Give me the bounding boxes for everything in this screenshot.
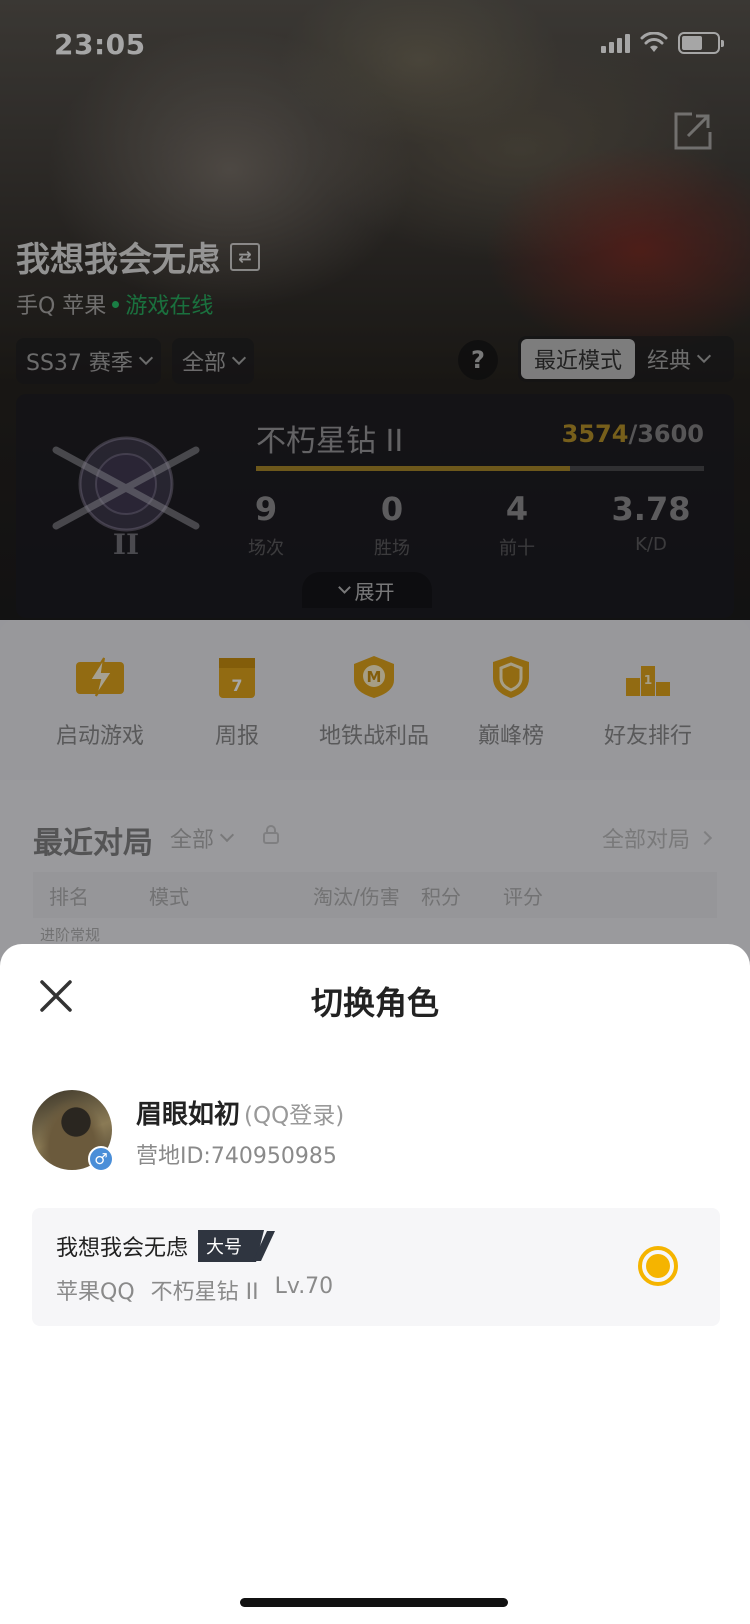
account-info: ♂ 眉眼如初 (QQ登录) 营地ID:740950985	[32, 1090, 722, 1174]
account-name-row: 眉眼如初 (QQ登录)	[136, 1094, 344, 1131]
role-option[interactable]: 我想我会无虑 大号 苹果QQ 不朽星钻 II Lv.70	[32, 1208, 720, 1326]
male-gender-icon: ♂	[88, 1146, 114, 1172]
role-rank: 不朽星钻 II	[150, 1280, 259, 1305]
sheet-title: 切换角色	[310, 984, 439, 1022]
account-login-type: (QQ登录)	[244, 1103, 345, 1129]
home-indicator[interactable]	[240, 1598, 508, 1607]
account-name: 眉眼如初	[136, 1100, 241, 1130]
role-level: Lv.70	[274, 1274, 334, 1299]
role-name: 我想我会无虑	[56, 1236, 189, 1261]
radio-dot	[646, 1254, 670, 1278]
role-platform: 苹果QQ	[56, 1280, 135, 1305]
account-id: 营地ID:740950985	[136, 1144, 337, 1169]
role-selected-radio[interactable]	[638, 1246, 678, 1286]
role-details: 苹果QQ 不朽星钻 II Lv.70	[56, 1274, 333, 1306]
switch-role-sheet: 切换角色 ♂ 眉眼如初 (QQ登录) 营地ID:740950985 我想我会无虑 …	[0, 944, 750, 1624]
role-name-row: 我想我会无虑 大号	[56, 1230, 276, 1262]
